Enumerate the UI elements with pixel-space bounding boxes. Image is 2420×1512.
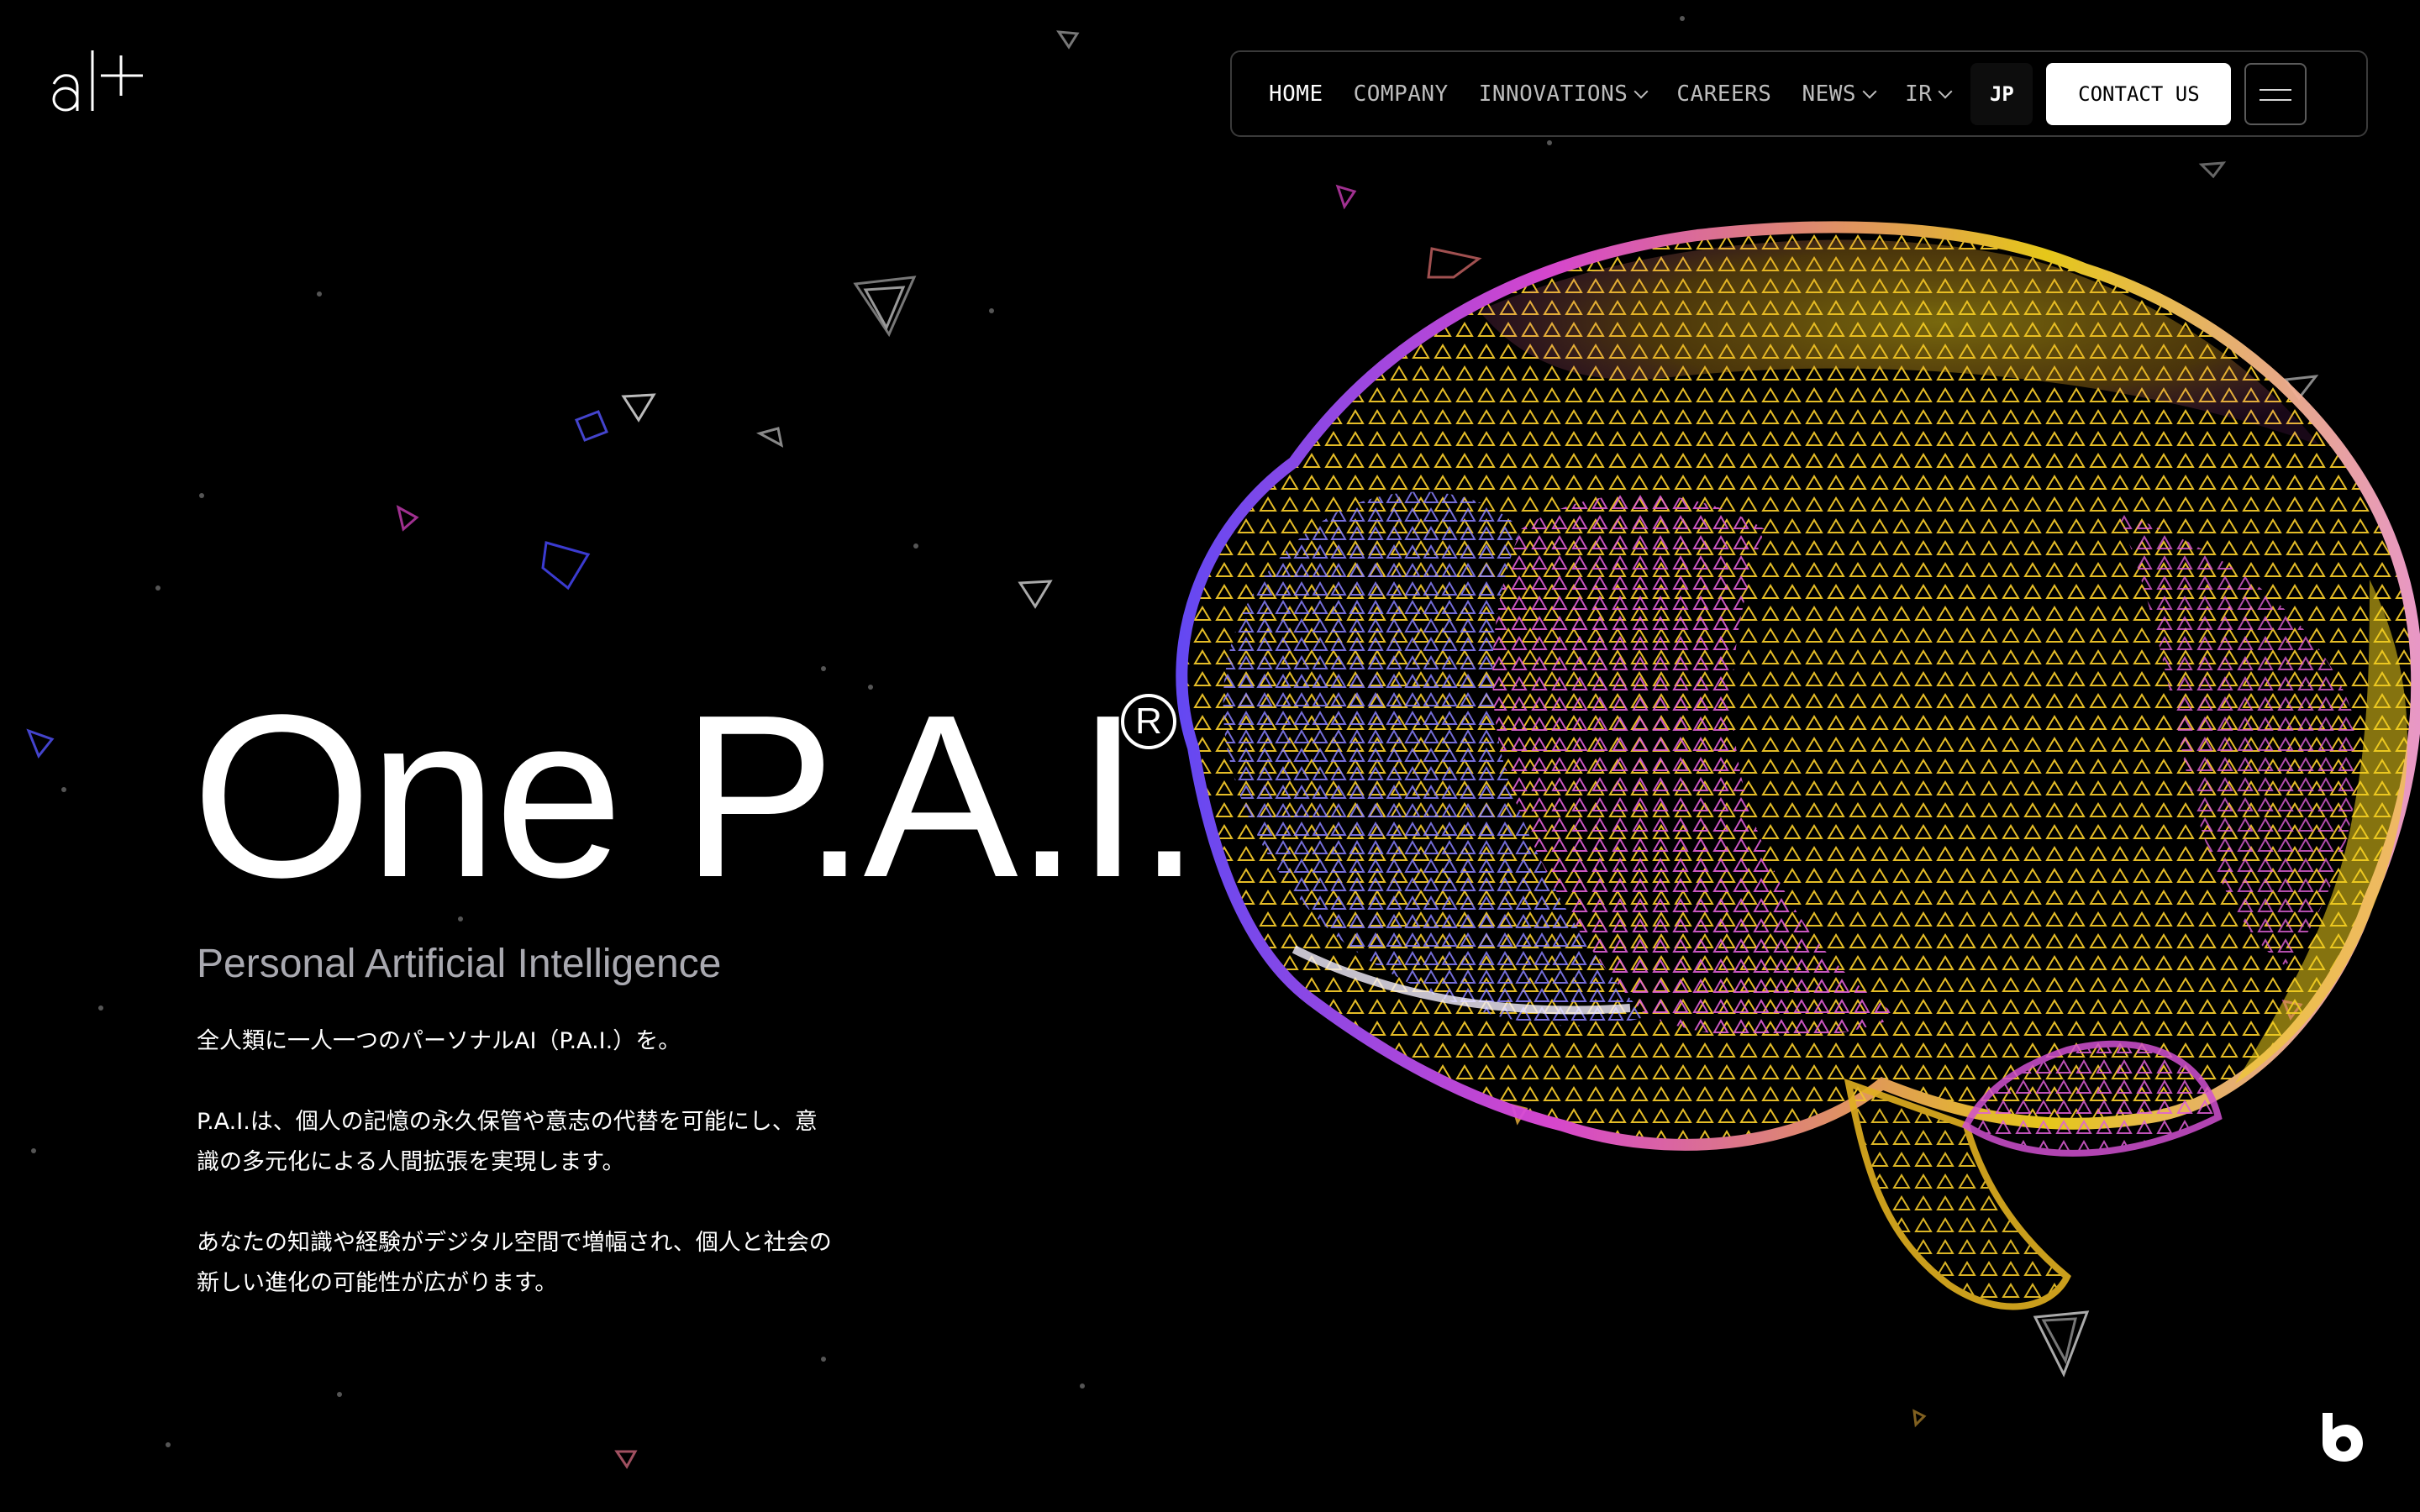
nav-news-label: NEWS bbox=[1802, 81, 1857, 107]
hero-title: One P.A.I. bbox=[192, 667, 1202, 926]
contact-us-button[interactable]: CONTACT US bbox=[2046, 62, 2232, 125]
registered-mark-icon: R bbox=[1121, 694, 1176, 749]
brain-particle-icon bbox=[1176, 221, 2420, 1310]
nav-news[interactable]: NEWS bbox=[1802, 81, 1877, 107]
hero-paragraph: 全人類に一人一つのパーソナルAI（P.A.I.）を。 bbox=[197, 1028, 681, 1054]
language-button[interactable]: JP bbox=[1970, 62, 2033, 125]
nav-ir[interactable]: IR bbox=[1905, 81, 1953, 107]
nav-company-label: COMPANY bbox=[1353, 81, 1449, 107]
hamburger-menu-button[interactable] bbox=[2244, 62, 2307, 125]
nav-innovations-label: INNOVATIONS bbox=[1478, 81, 1628, 107]
hamburger-icon-line bbox=[2260, 98, 2292, 101]
chevron-down-icon bbox=[1634, 84, 1649, 98]
nav-company[interactable]: COMPANY bbox=[1354, 81, 1449, 107]
nav-home[interactable]: HOME bbox=[1269, 81, 1323, 107]
nav-innovations[interactable]: INNOVATIONS bbox=[1478, 81, 1649, 107]
brain-illustration bbox=[1126, 210, 2420, 1336]
logo-mark-icon bbox=[52, 50, 143, 112]
main-nav: HOME COMPANY INNOVATIONS CAREERS NEWS IR… bbox=[1230, 50, 2368, 137]
hamburger-icon bbox=[2260, 88, 2292, 91]
hero-description: 全人類に一人一つのパーソナルAI（P.A.I.）を。 P.A.I.は、個人の記憶… bbox=[197, 1021, 835, 1344]
chevron-down-icon bbox=[1862, 84, 1877, 98]
hero-subtitle: Personal Artificial Intelligence bbox=[197, 942, 722, 986]
nav-careers[interactable]: CAREERS bbox=[1676, 81, 1771, 107]
chevron-down-icon bbox=[1938, 84, 1953, 98]
brand-logo[interactable] bbox=[49, 47, 150, 118]
b-badge-icon[interactable] bbox=[2317, 1410, 2365, 1463]
hero-paragraph: P.A.I.は、個人の記憶の永久保管や意志の代替を可能にし、意識の多元化による人… bbox=[197, 1109, 818, 1175]
nav-ir-label: IR bbox=[1905, 81, 1933, 107]
nav-home-label: HOME bbox=[1269, 81, 1323, 107]
nav-careers-label: CAREERS bbox=[1676, 81, 1772, 107]
registered-mark: R bbox=[1135, 701, 1162, 742]
hero-paragraph: あなたの知識や経験がデジタル空間で増幅され、個人と社会の新しい進化の可能性が広が… bbox=[197, 1230, 832, 1296]
page: HOME COMPANY INNOVATIONS CAREERS NEWS IR… bbox=[0, 0, 2420, 1512]
